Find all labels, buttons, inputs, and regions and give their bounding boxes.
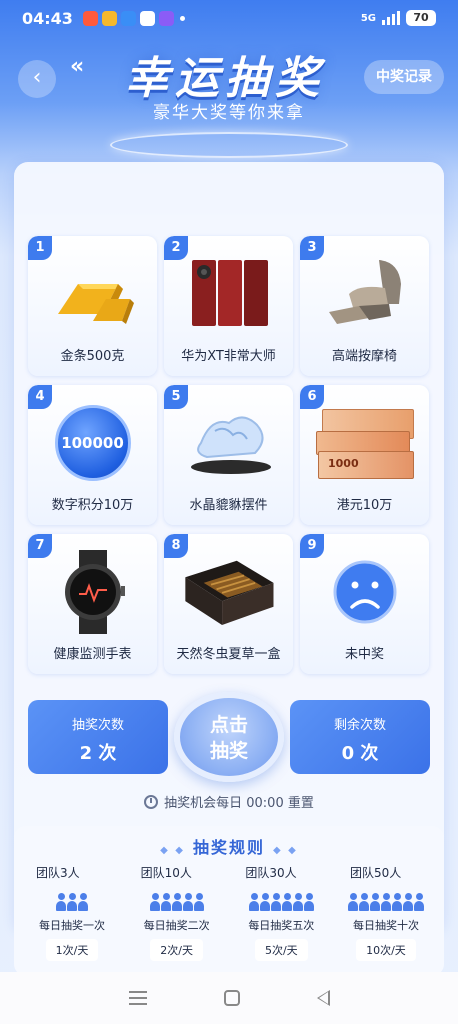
rule-desc: 每日抽奖二次 (143, 919, 210, 932)
banknote-value: 1000 (328, 457, 359, 470)
app-notification-icon (120, 10, 136, 26)
rules-card: ◆ ◆ 抽奖规则 ◆ ◆ 团队3人 每日抽奖一次 1次/天 团队10人 每日抽奖二次… (14, 826, 444, 976)
rule-rate: 10次/天 (356, 939, 416, 961)
prize-label: 健康监测手表 (53, 647, 132, 662)
prize-label: 天然冬虫夏草一盒 (176, 647, 281, 662)
rules-title-text: 抽奖规则 (192, 838, 265, 857)
more-notifications-dot (179, 15, 185, 21)
prize-cell-7: 7 健康监测手表 (28, 534, 157, 674)
status-time: 04:43 (22, 8, 73, 28)
draw-count-label: 抽奖次数 (71, 718, 124, 733)
page-header: ‹ « 幸运抽奖 豪华大奖等你来拿 中奖记录 (0, 36, 458, 158)
prize-cell-4: 4 100000 数字积分10万 (28, 385, 157, 525)
points-coin-icon: 100000 (42, 401, 143, 485)
status-bar: 04:43 5G 70 (0, 0, 458, 36)
clock-icon (144, 795, 159, 809)
rule-rate: 2次/天 (150, 939, 204, 961)
crystal-ornament-icon (178, 401, 279, 485)
prize-label: 未中奖 (344, 647, 384, 662)
draw-button-line1: 点击 (209, 714, 248, 736)
network-type: 5G (360, 12, 376, 24)
rule-item: 团队30人 每日抽奖五次 5次/天 (231, 864, 331, 961)
system-nav-bar (0, 972, 458, 1024)
prize-cell-2: 2 华为XT非常大师 (164, 236, 293, 376)
massage-chair-icon (314, 252, 415, 336)
home-icon[interactable] (223, 990, 240, 1006)
team-icon (231, 887, 331, 913)
prize-label: 高端按摩椅 (331, 349, 397, 364)
signal-icon (382, 11, 400, 25)
remaining-count-panel: 剩余次数 0 次 (290, 700, 430, 774)
prize-label: 港元10万 (336, 498, 393, 513)
double-chevron-left-icon: « (70, 54, 85, 79)
rules-title: ◆ ◆ 抽奖规则 ◆ ◆ (14, 834, 444, 858)
prize-cell-5: 5 水晶貔貅摆件 (164, 385, 293, 525)
gold-bar-icon (42, 252, 143, 336)
rule-rate: 1次/天 (45, 939, 99, 961)
prize-cell-1: 1 金条500克 (28, 236, 157, 376)
prize-cell-6: 6 1000 港元10万 (300, 385, 429, 525)
coin-value: 100000 (61, 434, 124, 452)
rule-team: 团队50人 (349, 866, 402, 880)
remaining-count-label: 剩余次数 (333, 718, 386, 733)
prize-label: 华为XT非常大师 (181, 349, 276, 364)
back-triangle-icon[interactable] (316, 990, 330, 1006)
back-button[interactable]: ‹ (18, 60, 56, 98)
recent-apps-icon[interactable] (128, 991, 147, 1005)
diamond-icon: ◆ ◆ (273, 845, 298, 856)
prize-label: 水晶貔貅摆件 (189, 498, 268, 513)
rule-item: 团队10人 每日抽奖二次 2次/天 (127, 864, 227, 961)
foldable-phone-icon (178, 252, 279, 336)
rule-desc: 每日抽奖五次 (248, 919, 315, 932)
battery-icon: 70 (406, 10, 436, 26)
prize-label: 数字积分10万 (51, 498, 134, 513)
decorative-ring (110, 132, 348, 158)
notification-icons (82, 10, 174, 26)
reset-note: 抽奖机会每日 00:00 重置 (14, 792, 444, 811)
prize-cell-8: 8 天然冬虫夏草一盒 (164, 534, 293, 674)
rule-team: 团队3人 (36, 866, 80, 880)
winning-records-button[interactable]: 中奖记录 (364, 60, 444, 94)
team-icon (22, 887, 122, 913)
rule-team: 团队30人 (245, 866, 297, 880)
prize-cell-3: 3 高端按摩椅 (300, 236, 429, 376)
diamond-icon: ◆ ◆ (160, 845, 185, 856)
remaining-count-value: 0 次 (341, 743, 379, 764)
team-icon (127, 887, 227, 913)
prize-cell-9: 9 未中奖 (300, 534, 429, 674)
draw-count-panel: 抽奖次数 2 次 (28, 700, 168, 774)
draw-button[interactable]: 点击 抽奖 (174, 692, 284, 782)
app-notification-icon (158, 10, 174, 26)
rule-rate: 5次/天 (254, 939, 308, 961)
rules-grid: 团队3人 每日抽奖一次 1次/天 团队10人 每日抽奖二次 2次/天 团队30人… (22, 864, 436, 961)
draw-count-value: 2 次 (79, 743, 117, 764)
page-title: 幸运抽奖 (125, 53, 325, 104)
app-notification-icon (82, 10, 98, 26)
sad-face-icon (314, 550, 415, 634)
smartwatch-icon (42, 550, 143, 634)
lottery-card: 1 金条500克 2 华为XT非常大师 3 高端按摩椅 4 100000 数字积… (14, 162, 444, 932)
app-notification-icon (101, 10, 117, 26)
app-notification-icon (139, 10, 155, 26)
cash-bundle-icon: 1000 (314, 401, 415, 485)
rule-team: 团队10人 (140, 866, 192, 880)
prize-label: 金条500克 (60, 349, 125, 364)
draw-area: 抽奖次数 2 次 点击 抽奖 剩余次数 0 次 (28, 692, 430, 784)
reset-note-text: 抽奖机会每日 00:00 重置 (164, 796, 314, 811)
rule-desc: 每日抽奖一次 (39, 919, 105, 932)
rule-item: 团队50人 每日抽奖十次 10次/天 (336, 864, 436, 961)
rule-item: 团队3人 每日抽奖一次 1次/天 (22, 864, 122, 961)
chevron-left-icon: ‹ (32, 65, 42, 90)
prize-grid: 1 金条500克 2 华为XT非常大师 3 高端按摩椅 4 100000 数字积… (28, 236, 430, 674)
team-icon (336, 887, 436, 913)
rule-desc: 每日抽奖十次 (352, 919, 419, 932)
page-subtitle: 豪华大奖等你来拿 (153, 103, 305, 123)
title-wrap: « 幸运抽奖 (70, 42, 380, 106)
draw-button-line2: 抽奖 (209, 740, 248, 762)
cordyceps-box-icon (178, 550, 279, 634)
status-right: 5G 70 (361, 10, 436, 26)
